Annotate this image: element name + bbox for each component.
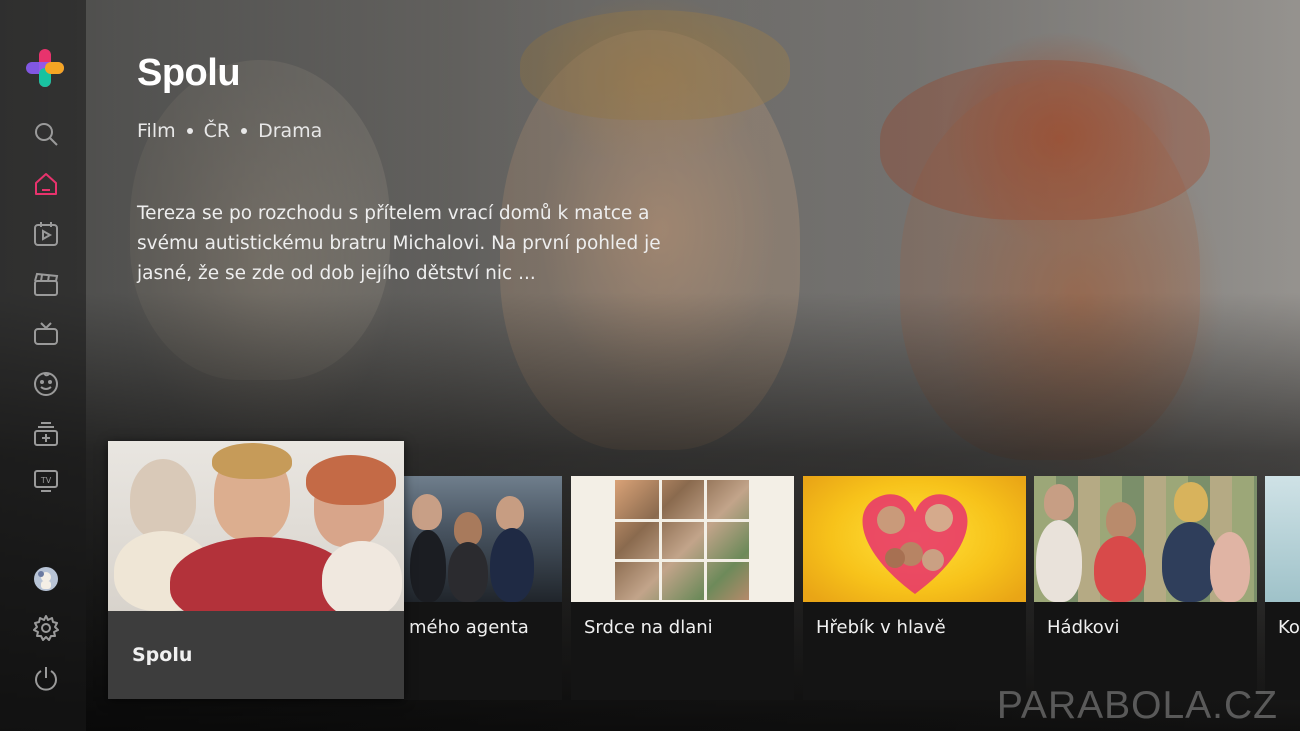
card-title: Hřebík v hlavě [816, 617, 946, 638]
content-card[interactable]: Hádkovi [1034, 476, 1257, 700]
card-thumbnail [571, 476, 794, 602]
card-thumbnail [108, 441, 404, 611]
content-row: mého agenta Srdce na dlani Hřebík v hlav… [0, 0, 1300, 731]
card-thumbnail [803, 476, 1026, 602]
card-thumbnail [1034, 476, 1257, 602]
card-title: Ko [1278, 617, 1300, 638]
content-card[interactable]: Ko [1265, 476, 1300, 700]
card-title: Hádkovi [1047, 617, 1120, 638]
card-title: Srdce na dlani [584, 617, 713, 638]
watermark: PARABOLA.CZ [996, 684, 1278, 727]
content-card[interactable]: Hřebík v hlavě [803, 476, 1026, 700]
card-title: mého agenta [409, 617, 529, 638]
card-thumbnail [1265, 476, 1300, 602]
focused-content-card[interactable]: Spolu [108, 441, 404, 699]
content-card[interactable]: mého agenta [404, 476, 562, 700]
card-title: Spolu [132, 644, 193, 666]
card-thumbnail [404, 476, 562, 602]
content-card[interactable]: Srdce na dlani [571, 476, 794, 700]
